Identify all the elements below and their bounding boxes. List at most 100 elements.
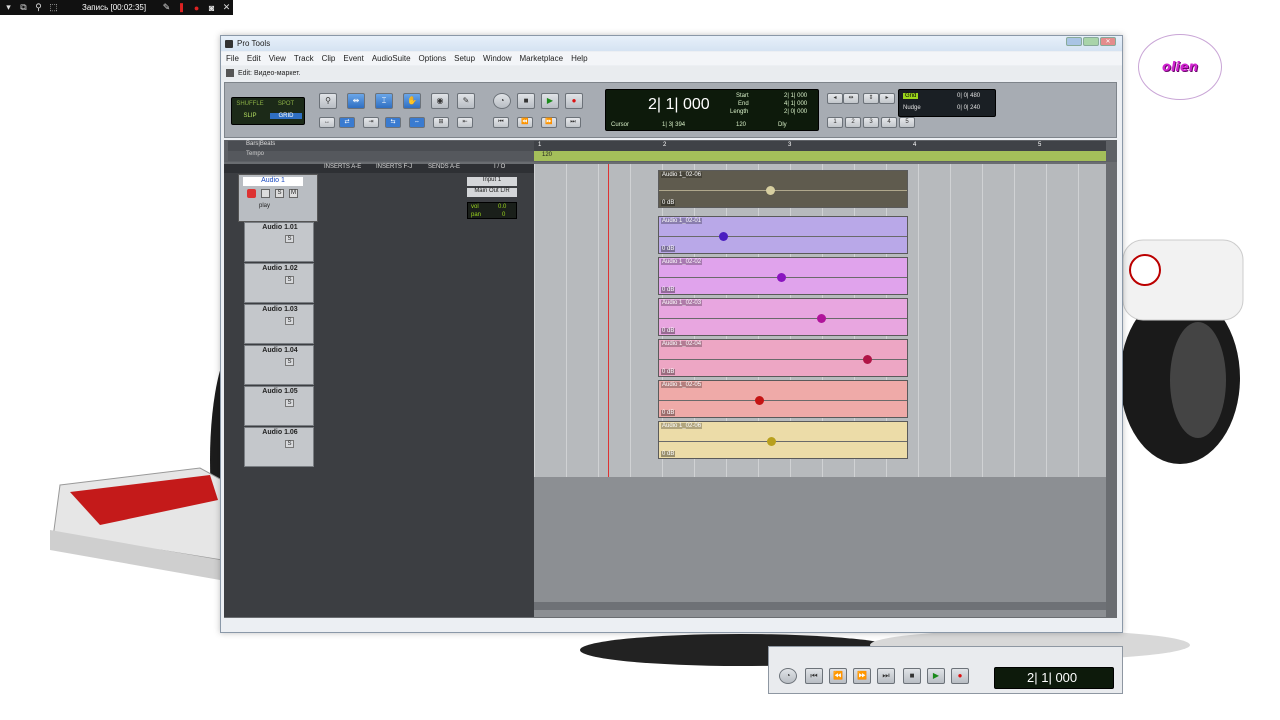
zoom-tool-button[interactable]: ⚲: [319, 93, 337, 109]
menu-help[interactable]: Help: [571, 54, 587, 63]
transport-rtz-button[interactable]: ⏮: [805, 668, 823, 684]
end-value[interactable]: 4| 1| 000: [784, 101, 807, 107]
zoom-preset-1[interactable]: 1: [827, 117, 843, 128]
trim-tool-button[interactable]: ⇹: [347, 93, 365, 109]
zoom-in-button[interactable]: ▸: [879, 93, 895, 104]
pause-icon[interactable]: ❚: [177, 2, 186, 13]
transport-ff-button[interactable]: ⏩: [853, 668, 871, 684]
window-icon[interactable]: ⧉: [19, 2, 28, 13]
track-name[interactable]: Audio 1.06: [245, 429, 315, 436]
io-input-selector[interactable]: Input 1: [467, 177, 517, 186]
length-value[interactable]: 2| 0| 000: [784, 109, 807, 115]
rewind-button[interactable]: ⏪: [517, 117, 533, 128]
track-name[interactable]: Audio 1.05: [245, 388, 315, 395]
transport-play-button[interactable]: ▶: [927, 668, 945, 684]
master-track-name[interactable]: Audio 1: [243, 177, 303, 186]
audio-zoom-button[interactable]: ⇹: [843, 93, 859, 104]
grabber-tool-button[interactable]: ✋: [403, 93, 421, 109]
master-clip[interactable]: Audio 1_02-06 0 dB: [658, 170, 908, 208]
transport-counter[interactable]: 2| 1| 000: [994, 667, 1114, 689]
link-track-button[interactable]: ⇆: [385, 117, 401, 128]
track-header[interactable]: Audio 1.02 S: [244, 263, 314, 303]
audio-clip[interactable]: Audio 1_02-06 0 dB: [658, 421, 908, 459]
play-button[interactable]: ▶: [541, 93, 559, 109]
insertion-follows-button[interactable]: ⊞: [433, 117, 449, 128]
track-input-button[interactable]: [261, 189, 270, 198]
pen-icon[interactable]: ✎: [162, 2, 171, 13]
track-header[interactable]: Audio 1.06 S: [244, 427, 314, 467]
close-button[interactable]: ✕: [1100, 37, 1116, 46]
scrubber-tool-button[interactable]: ◉: [431, 93, 449, 109]
menu-clip[interactable]: Clip: [322, 54, 336, 63]
nudge-label[interactable]: Nudge: [903, 105, 921, 111]
track-solo-button[interactable]: S: [285, 235, 294, 243]
vol-pan-box[interactable]: vol 0.0 pan 0: [467, 202, 517, 219]
record-icon[interactable]: ●: [192, 3, 201, 13]
track-header[interactable]: Audio 1.05 S: [244, 386, 314, 426]
transport-stop-button[interactable]: ■: [903, 668, 921, 684]
zoom-out-button[interactable]: ◂: [827, 93, 843, 104]
audio-clip[interactable]: Audio 1_02-02 0 dB: [658, 257, 908, 295]
bars-ruler[interactable]: [534, 141, 1106, 151]
track-solo-button[interactable]: S: [285, 399, 294, 407]
menu-setup[interactable]: Setup: [454, 54, 475, 63]
track-name[interactable]: Audio 1.01: [245, 224, 315, 231]
zoom-toggle-button[interactable]: ↔: [319, 117, 335, 128]
camera-icon[interactable]: ◙: [207, 3, 216, 13]
maximize-button[interactable]: [1083, 37, 1099, 46]
mode-grid[interactable]: GRID: [270, 113, 302, 119]
menu-file[interactable]: File: [226, 54, 239, 63]
selector-tool-button[interactable]: ⌶: [375, 93, 393, 109]
transport-record-button[interactable]: ●: [951, 668, 969, 684]
menu-edit[interactable]: Edit: [247, 54, 261, 63]
io-output-selector[interactable]: Main Out L/R: [467, 188, 517, 197]
grid-label[interactable]: Grid: [903, 93, 919, 99]
vol-value[interactable]: 0.0: [498, 204, 506, 210]
record-button[interactable]: ●: [565, 93, 583, 109]
close-icon[interactable]: ✕: [222, 2, 231, 13]
timeline[interactable]: Audio 1_02-06 0 dB Audio 1_02-01 0 dB Audi…: [534, 164, 1106, 477]
menu-options[interactable]: Options: [419, 54, 447, 63]
menu-icon[interactable]: ▾: [4, 2, 13, 13]
tempo-ruler[interactable]: [534, 151, 1106, 161]
zoom-preset-2[interactable]: 2: [845, 117, 861, 128]
fast-forward-button[interactable]: ⏩: [541, 117, 557, 128]
track-header[interactable]: Audio 1.01 S: [244, 222, 314, 262]
transport-rewind-button[interactable]: ⏪: [829, 668, 847, 684]
return-to-zero-button[interactable]: ⏮: [493, 117, 509, 128]
grid-value[interactable]: 0| 0| 480: [957, 93, 980, 99]
track-name[interactable]: Audio 1.04: [245, 347, 315, 354]
track-solo-button[interactable]: S: [285, 276, 294, 284]
audio-clip[interactable]: Audio 1_02-01 0 dB: [658, 216, 908, 254]
zoom-preset-5[interactable]: 5: [899, 117, 915, 128]
midi-zoom-button[interactable]: ⇕: [863, 93, 879, 104]
main-counter[interactable]: 2| 1| 000 Start End Length 2| 1| 000 4| …: [605, 89, 819, 131]
pencil-tool-button[interactable]: ✎: [457, 93, 475, 109]
menu-view[interactable]: View: [269, 54, 286, 63]
track-solo-button[interactable]: S: [285, 440, 294, 448]
nudge-value[interactable]: 0| 0| 240: [957, 105, 980, 111]
mode-shuffle[interactable]: SHUFFLE: [234, 101, 266, 107]
audio-clip[interactable]: Audio 1_02-04 0 dB: [658, 339, 908, 377]
automation-mode[interactable]: play: [259, 203, 270, 209]
region-icon[interactable]: ⬚: [49, 2, 58, 13]
horizontal-scrollbar[interactable]: [534, 602, 1106, 610]
pan-value[interactable]: 0: [502, 212, 505, 218]
menu-marketplace[interactable]: Marketplace: [519, 54, 563, 63]
track-name[interactable]: Audio 1.02: [245, 265, 315, 272]
track-solo-button[interactable]: S: [285, 358, 294, 366]
online-button[interactable]: ◔: [493, 93, 511, 109]
mode-slip[interactable]: SLIP: [234, 113, 266, 119]
tab-to-transient-button[interactable]: ⇥: [363, 117, 379, 128]
menu-audiosuite[interactable]: AudioSuite: [372, 54, 411, 63]
audio-clip[interactable]: Audio 1_02-03 0 dB: [658, 298, 908, 336]
track-record-button[interactable]: [247, 189, 256, 198]
audio-clip[interactable]: Audio 1_02-05 0 dB: [658, 380, 908, 418]
mode-spot[interactable]: SPOT: [270, 101, 302, 107]
transport-end-button[interactable]: ⏭: [877, 668, 895, 684]
solo-button[interactable]: S: [275, 189, 284, 198]
menu-track[interactable]: Track: [294, 54, 314, 63]
go-to-end-button[interactable]: ⏭: [565, 117, 581, 128]
zoom-preset-3[interactable]: 3: [863, 117, 879, 128]
tempo-marker[interactable]: 120: [542, 152, 552, 158]
